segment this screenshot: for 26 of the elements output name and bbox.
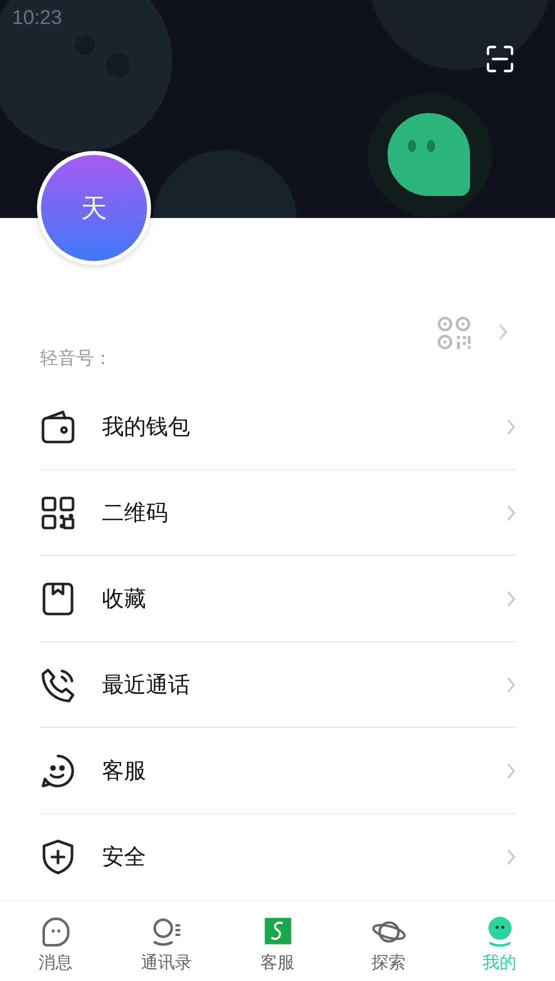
menu-item[interactable]: 二维码 (40, 470, 516, 556)
chevron-icon (506, 676, 516, 694)
chevron-icon (506, 848, 516, 866)
menu-item[interactable]: 客服 (40, 728, 516, 814)
menu-item[interactable]: 收藏 (40, 556, 516, 642)
account-id-label: 轻音号： (40, 347, 112, 370)
menu-item[interactable]: 最近通话 (40, 642, 516, 728)
tab[interactable]: 消息 (0, 901, 111, 981)
phone-icon (40, 666, 76, 702)
wallet-icon (40, 408, 76, 444)
qr-code-icon (40, 494, 76, 530)
chevron-icon (506, 762, 516, 780)
scan-icon[interactable] (486, 45, 514, 73)
shield-icon (40, 839, 76, 875)
menu-item[interactable]: 我的钱包 (40, 384, 516, 470)
tab[interactable]: 通讯录 (111, 901, 222, 981)
chevron-icon (506, 418, 516, 436)
tab[interactable]: 探索 (333, 901, 444, 981)
bookmark-icon (40, 580, 76, 616)
tab[interactable]: 客服 (222, 901, 333, 981)
menu-item[interactable]: 安全 (40, 814, 516, 900)
chevron-icon (506, 590, 516, 608)
status-time: 10:23 (12, 6, 62, 30)
chevron-icon (498, 323, 508, 341)
chevron-icon (506, 504, 516, 522)
smiley-icon (40, 752, 76, 788)
